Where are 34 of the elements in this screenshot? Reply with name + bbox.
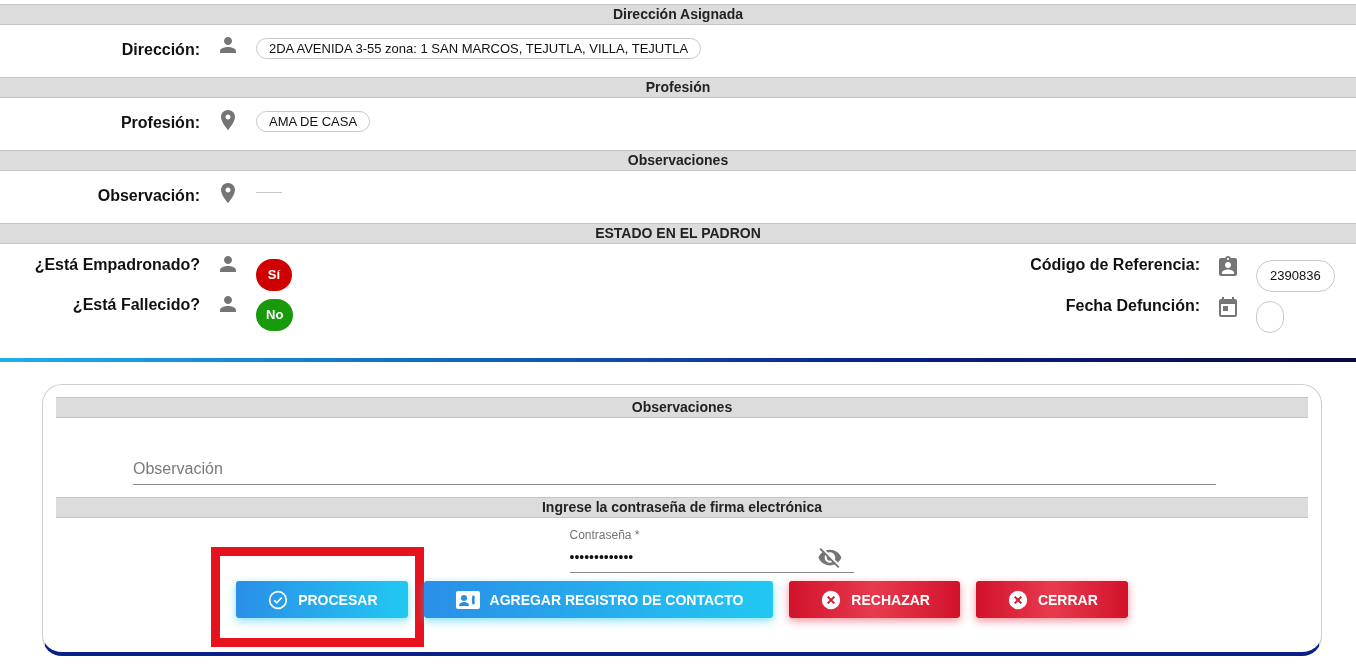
check-circle-icon [268,589,289,610]
section-header: Observaciones [0,150,1356,171]
cancel-icon [821,589,842,610]
field-label: Contraseña * [569,528,641,542]
eye-slash-icon[interactable] [817,546,842,568]
field-label: Observación: [96,187,200,205]
person-icon [220,296,236,312]
field-label: Dirección: [120,41,200,59]
action-button[interactable]: PROCESAR [236,581,408,618]
id-badge-icon [1219,256,1237,277]
field-label: Código de Referencia: [1029,256,1200,274]
empty-value-line [256,192,282,193]
field-label: Fecha Defunción: [1064,297,1200,315]
section-header: ESTADO EN EL PADRON [0,223,1356,244]
calendar-icon [1219,297,1237,318]
action-button[interactable]: RECHAZAR [789,581,960,618]
person-icon [220,256,236,272]
location-pin-icon [221,110,235,130]
contact-card-icon [455,590,480,609]
action-button[interactable]: CERRAR [975,581,1128,618]
status-badge: Sí [256,259,292,291]
observation-field[interactable]: Observación [133,460,1216,485]
status-badge: No [256,299,294,331]
action-button[interactable]: AGREGAR REGISTRO DE CONTACTO [423,581,774,618]
location-pin-icon [221,183,235,203]
section-header: Profesión [0,77,1356,98]
section-header: Observaciones [56,397,1308,418]
section-header: Ingrese la contraseña de firma electrónica [56,497,1308,518]
field-label: ¿Está Fallecido? [71,296,200,314]
field-label: Profesión: [119,114,200,132]
cancel-icon [1007,589,1028,610]
person-icon [220,37,236,53]
section-header: Dirección Asignada [0,4,1356,25]
field-label: ¿Está Empadronado? [33,256,200,274]
